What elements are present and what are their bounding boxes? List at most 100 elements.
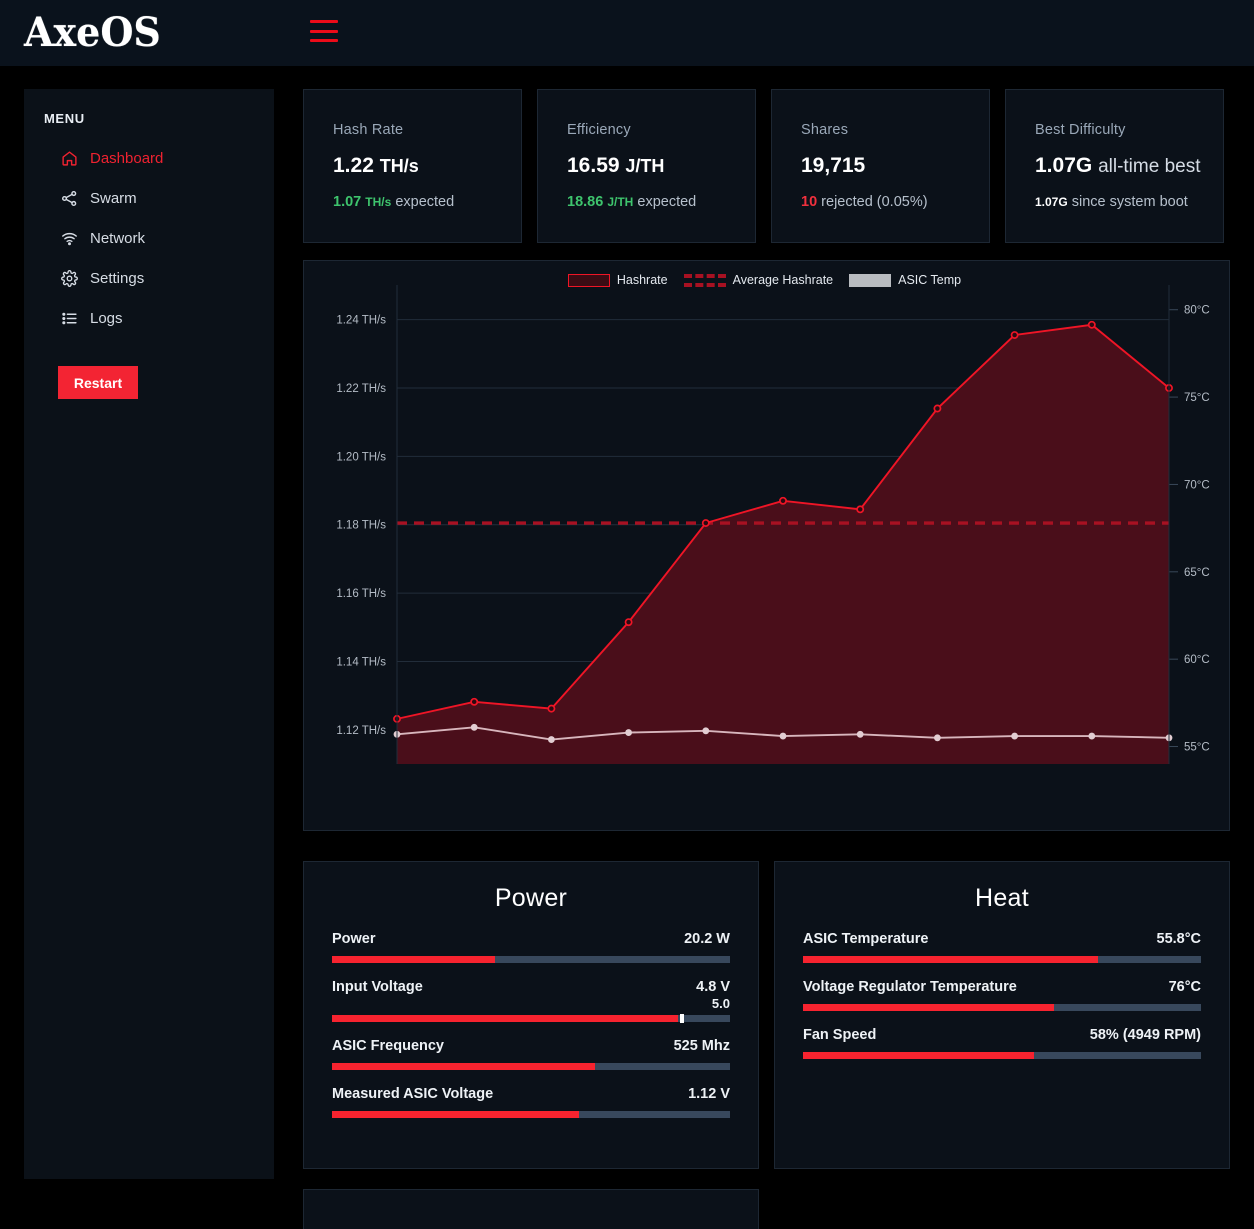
metric-progress-fill xyxy=(332,1015,679,1022)
stat-subtext: 1.07G since system boot xyxy=(1035,194,1223,210)
sidebar-item-settings[interactable]: Settings xyxy=(24,258,274,298)
hashrate-chart-panel: Hashrate Average Hashrate ASIC Temp 1.12… xyxy=(303,260,1230,831)
metric-row: ASIC Frequency 525 Mhz xyxy=(332,1038,730,1054)
asic-temp-data-point[interactable] xyxy=(625,729,632,736)
hashrate-data-point[interactable] xyxy=(547,704,556,713)
stat-sub-unit: J/TH xyxy=(607,195,634,209)
metric-row: Voltage Regulator Temperature 76°C xyxy=(803,979,1201,995)
metric-progress-fill xyxy=(803,1052,1034,1059)
metric-row: Power 20.2 W xyxy=(332,931,730,947)
y-axis-tick-label: 1.18 TH/s xyxy=(336,520,386,532)
sidebar-item-logs[interactable]: Logs xyxy=(24,298,274,338)
gear-icon xyxy=(60,269,78,287)
power-metric: ASIC Frequency 525 Mhz xyxy=(332,1038,730,1070)
power-panel: Power Power 20.2 W Input Voltage 4.8 V 5.0 AS… xyxy=(303,861,759,1169)
list-icon xyxy=(60,309,78,327)
y2-axis-tick-label: 65°C xyxy=(1184,567,1210,579)
power-metric: Input Voltage 4.8 V 5.0 xyxy=(332,979,730,1023)
sidebar-item-swarm[interactable]: Swarm xyxy=(24,178,274,218)
hashrate-data-point[interactable] xyxy=(624,618,633,627)
y-axis-tick-label: 1.22 TH/s xyxy=(336,383,386,395)
stat-sub-rest: expected xyxy=(395,194,455,210)
stat-value-unit: TH/s xyxy=(379,156,419,176)
hashrate-data-point[interactable] xyxy=(779,496,787,505)
asic-temp-data-point[interactable] xyxy=(779,732,787,740)
stat-value-number: 16.59 xyxy=(567,154,620,177)
hashrate-data-point[interactable] xyxy=(1010,331,1019,339)
asic-temp-data-point[interactable] xyxy=(934,734,941,742)
metric-value: 76°C xyxy=(1168,979,1201,995)
metric-value: 4.8 V xyxy=(696,979,730,995)
metric-marker-label: 5.0 xyxy=(711,996,730,1011)
stat-label: Hash Rate xyxy=(333,122,404,138)
hashrate-data-point[interactable] xyxy=(470,697,479,706)
hamburger-icon[interactable] xyxy=(310,20,338,42)
stats-row: Hash Rate 1.22 TH/s 1.07 TH/s expected E… xyxy=(303,89,1230,243)
wifi-icon xyxy=(60,229,78,247)
stat-sub-number: 1.07 xyxy=(333,194,362,210)
chart-plot-area[interactable]: 1.12 TH/s 1.14 TH/s 1.16 TH/s 1.18 TH/s 1.20… xyxy=(304,261,1231,832)
y2-axis-tick-label: 55°C xyxy=(1184,742,1210,754)
asic-temp-data-point[interactable] xyxy=(470,723,478,731)
sidebar-item-label: Settings xyxy=(90,269,145,287)
home-icon xyxy=(60,149,78,167)
y2-axis-tick-label: 80°C xyxy=(1184,305,1210,317)
y2-axis-tick-label: 60°C xyxy=(1184,654,1210,666)
y-axis-tick-label: 1.12 TH/s xyxy=(336,725,386,737)
partial-card-below-fold xyxy=(303,1189,759,1229)
metric-progress-bar xyxy=(332,1063,730,1070)
stat-value-number: 1.22 xyxy=(333,154,374,177)
stat-value: 19,715 xyxy=(801,154,989,178)
metric-progress-bar xyxy=(803,956,1201,963)
y2-axis-tick-label: 75°C xyxy=(1184,392,1210,404)
sidebar-menu-title: MENU xyxy=(44,111,85,126)
main-content: Hash Rate 1.22 TH/s 1.07 TH/s expected E… xyxy=(303,89,1230,1229)
metric-row: Measured ASIC Voltage 1.12 V xyxy=(332,1086,730,1102)
stat-value-number: 1.07G xyxy=(1035,154,1093,177)
heat-panel: Heat ASIC Temperature 55.8°C Voltage Regul… xyxy=(774,861,1230,1169)
stat-sub-number: 1.07G xyxy=(1035,195,1068,209)
metric-progress-bar xyxy=(332,956,730,963)
sidebar-item-network[interactable]: Network xyxy=(24,218,274,258)
stat-card-efficiency: Efficiency 16.59 J/TH 18.86 J/TH expecte… xyxy=(537,89,756,243)
y2-axis-tick-label: 70°C xyxy=(1184,479,1210,491)
metric-value: 20.2 W xyxy=(684,931,730,947)
stat-sub-unit: TH/s xyxy=(365,195,392,209)
hashrate-data-point[interactable] xyxy=(933,404,942,413)
asic-temp-data-point[interactable] xyxy=(548,736,555,743)
heat-metric: Voltage Regulator Temperature 76°C xyxy=(803,979,1201,1011)
asic-temp-data-point[interactable] xyxy=(856,730,864,738)
metric-name: ASIC Frequency xyxy=(332,1038,444,1054)
metric-name: Fan Speed xyxy=(803,1027,877,1043)
hashrate-data-point[interactable] xyxy=(701,519,710,527)
metric-row: Fan Speed 58% (4949 RPM) xyxy=(803,1027,1201,1043)
metric-name: ASIC Temperature xyxy=(803,931,929,947)
sidebar-item-dashboard[interactable]: Dashboard xyxy=(24,138,274,178)
restart-button[interactable]: Restart xyxy=(58,366,138,399)
stat-value: 1.07G all-time best xyxy=(1035,154,1223,178)
metric-name: Voltage Regulator Temperature xyxy=(803,979,1017,995)
metric-progress-fill xyxy=(332,1063,595,1070)
metric-row: ASIC Temperature 55.8°C xyxy=(803,931,1201,947)
stat-sub-number: 10 xyxy=(801,194,818,210)
metric-name: Measured ASIC Voltage xyxy=(332,1086,494,1102)
asic-temp-data-point[interactable] xyxy=(1011,732,1018,740)
metric-progress-bar xyxy=(803,1004,1201,1011)
hashrate-data-point[interactable] xyxy=(856,505,865,514)
stat-value-number: 19,715 xyxy=(801,154,866,177)
asic-temp-data-point[interactable] xyxy=(702,727,710,735)
metric-progress-fill xyxy=(332,1111,579,1118)
metric-value: 525 Mhz xyxy=(673,1038,730,1054)
hashrate-data-point[interactable] xyxy=(1087,320,1096,329)
power-metrics-list: Power 20.2 W Input Voltage 4.8 V 5.0 ASIC Fre… xyxy=(332,931,730,1118)
stat-sub-rest: since system boot xyxy=(1071,194,1188,210)
stat-sub-rest: rejected (0.05%) xyxy=(821,194,928,210)
power-metric: Measured ASIC Voltage 1.12 V xyxy=(332,1086,730,1118)
sidebar-item-label: Logs xyxy=(90,309,123,327)
stat-value: 16.59 J/TH xyxy=(567,154,755,178)
sidebar-nav: Dashboard Swarm Network Settings Logs xyxy=(24,138,274,338)
metric-progress-bar xyxy=(332,1111,730,1118)
stat-sub-number: 18.86 xyxy=(567,194,604,210)
asic-temp-data-point[interactable] xyxy=(1088,732,1096,740)
power-metric: Power 20.2 W xyxy=(332,931,730,963)
